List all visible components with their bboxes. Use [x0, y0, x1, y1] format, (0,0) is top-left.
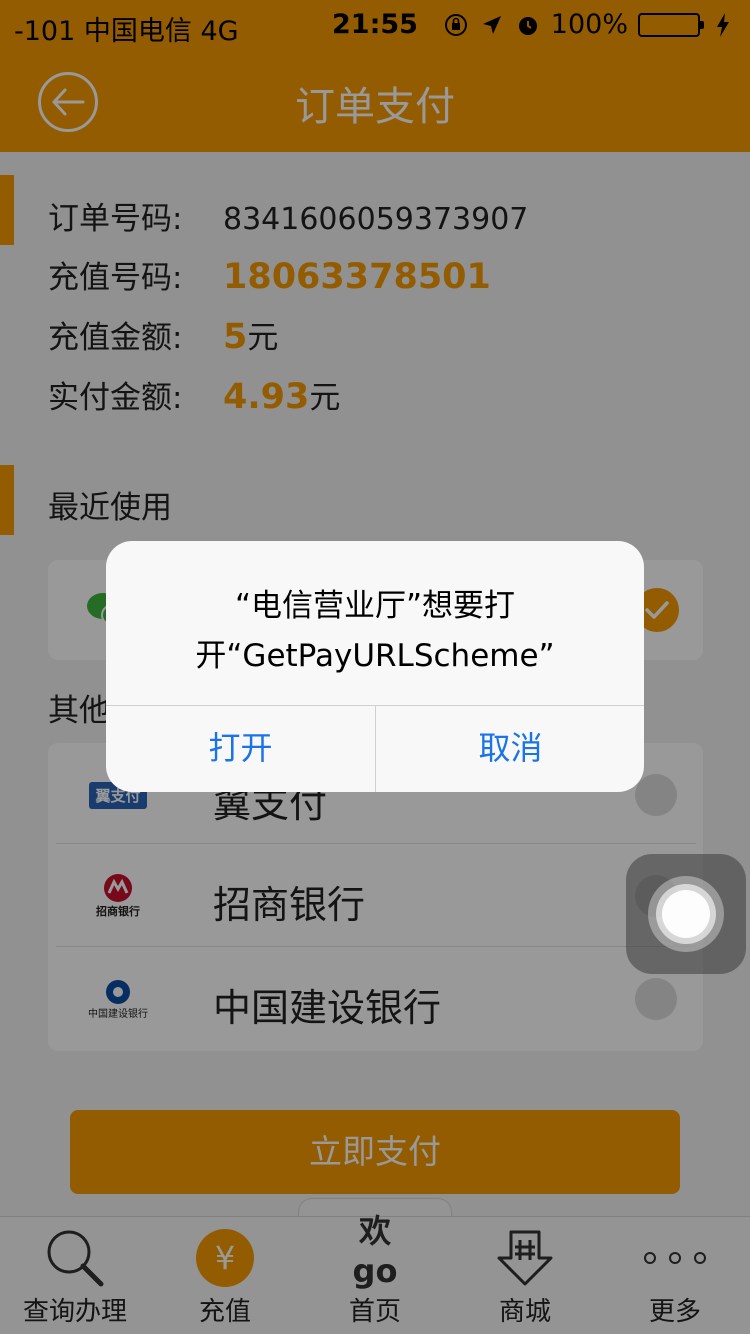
assistive-touch-button[interactable] [626, 854, 746, 974]
cancel-button[interactable]: 取消 [376, 705, 644, 792]
open-app-alert: “电信营业厅”想要打开“GetPayURLScheme” 打开 取消 [106, 541, 644, 792]
alert-message: “电信营业厅”想要打开“GetPayURLScheme” [195, 588, 555, 674]
open-button[interactable]: 打开 [106, 705, 375, 792]
